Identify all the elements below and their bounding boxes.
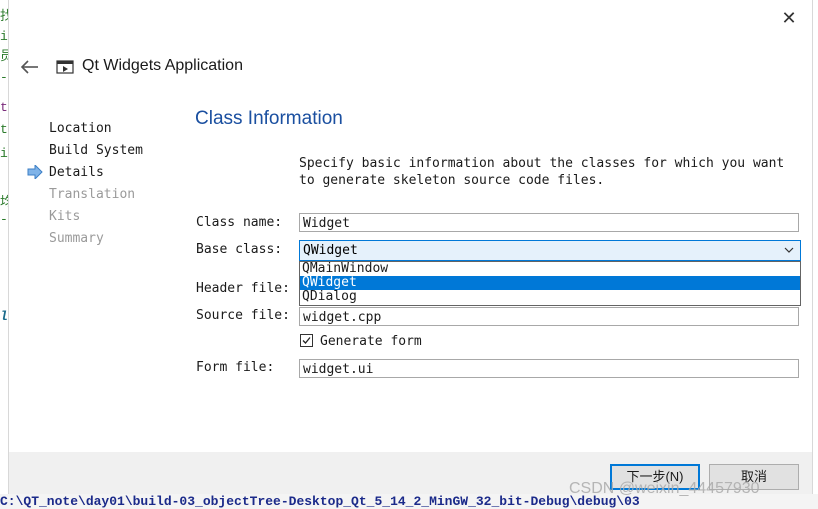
step-kits: Kits [49, 209, 81, 224]
step-translation: Translation [49, 187, 136, 202]
arrow-left-icon [20, 60, 38, 74]
wizard-dialog: ✕ Qt Widgets Application Location Build … [8, 0, 813, 494]
base-class-value: QWidget [303, 243, 358, 258]
class-name-label: Class name: [196, 215, 283, 230]
base-class-dropdown: QMainWindow QWidget QDialog [299, 261, 801, 306]
source-file-label: Source file: [196, 308, 290, 323]
wizard-title: Qt Widgets Application [82, 57, 243, 74]
header-file-label: Header file: [196, 281, 290, 296]
step-location: Location [49, 121, 112, 136]
class-name-field[interactable]: Widget [299, 213, 799, 232]
base-class-label: Base class: [196, 242, 283, 257]
form-file-label: Form file: [196, 360, 275, 375]
current-step-arrow-icon [27, 165, 43, 179]
checkmark-icon [302, 337, 311, 344]
application-icon [56, 59, 74, 75]
bg-char: - [0, 70, 8, 85]
close-button[interactable]: ✕ [777, 6, 801, 30]
page-title: Class Information [195, 108, 343, 129]
step-summary: Summary [49, 231, 104, 246]
bg-char: i [0, 29, 8, 44]
close-icon: ✕ [781, 8, 797, 28]
step-build-system: Build System [49, 143, 143, 158]
generate-form-label: Generate form [320, 334, 422, 349]
description-line: to generate skeleton source code files. [299, 173, 605, 188]
dropdown-option-qwidget[interactable]: QWidget [300, 276, 800, 290]
source-file-field[interactable]: widget.cpp [299, 307, 799, 326]
description-line: Specify basic information about the clas… [299, 156, 785, 171]
bg-char: t [0, 122, 8, 137]
chevron-down-icon [784, 247, 794, 253]
dropdown-option-qmainwindow[interactable]: QMainWindow [300, 262, 800, 276]
dropdown-option-qdialog[interactable]: QDialog [300, 290, 800, 304]
bg-char: - [0, 212, 8, 227]
back-button[interactable] [19, 56, 41, 78]
page-description: Specify basic information about the clas… [299, 155, 809, 189]
form-file-field[interactable]: widget.ui [299, 359, 799, 378]
watermark: CSDN @weixin_44457930 [569, 480, 760, 497]
generate-form-checkbox[interactable] [300, 334, 313, 347]
base-class-combobox[interactable]: QWidget [299, 240, 801, 261]
step-details: Details [49, 165, 104, 180]
bg-char: t [0, 100, 8, 115]
